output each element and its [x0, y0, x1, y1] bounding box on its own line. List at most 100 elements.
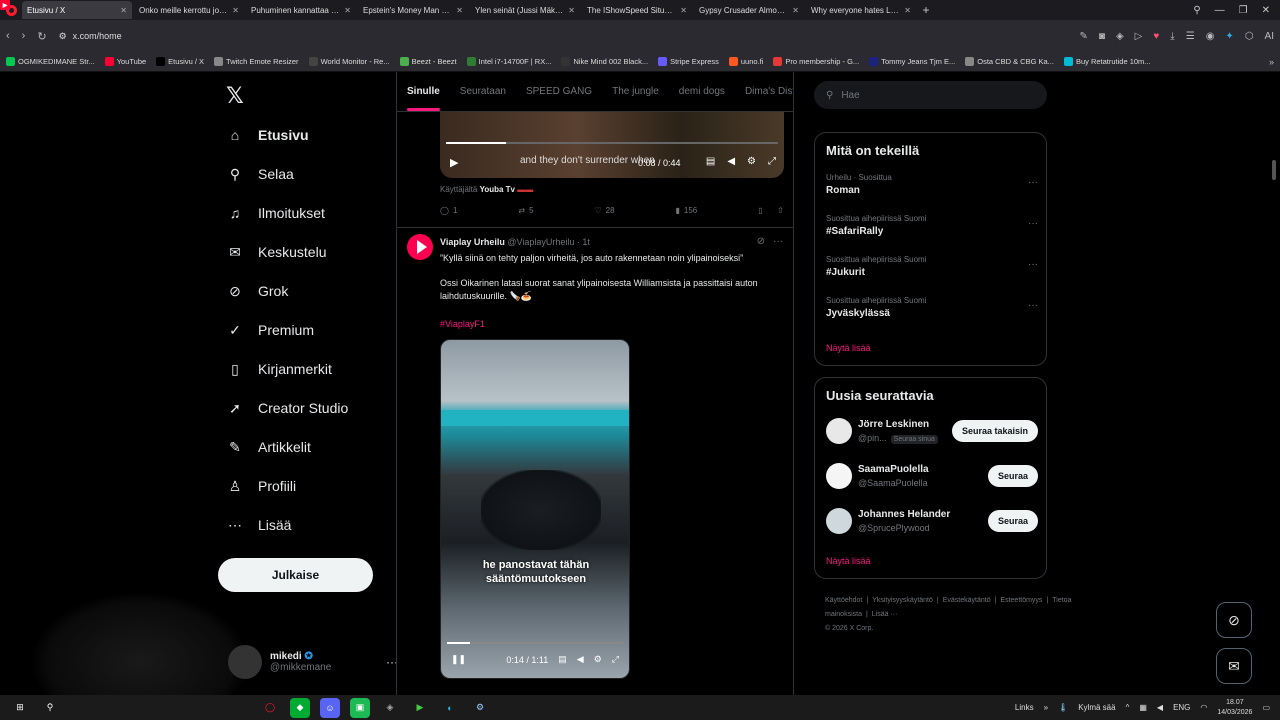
- follow-suggestion[interactable]: SaamaPuolella @SaamaPuolella Seuraa: [826, 463, 1038, 493]
- feed-tab[interactable]: SPEED GANG: [526, 86, 592, 97]
- more-icon[interactable]: ···: [773, 236, 783, 247]
- tweet2-video-progress[interactable]: [447, 642, 623, 644]
- trend-item[interactable]: Suosittua aihepiirissä Suomi Jyväskylässä…: [826, 296, 1038, 319]
- language-indicator[interactable]: ENG: [1173, 703, 1190, 712]
- play-icon[interactable]: ▶: [450, 156, 458, 169]
- close-tab-icon[interactable]: ✕: [680, 6, 687, 15]
- minimize-button[interactable]: —: [1215, 5, 1225, 16]
- bookmark-item[interactable]: Etusivu / X: [156, 57, 204, 66]
- extension-icon[interactable]: ✦: [1225, 31, 1233, 42]
- feed-tab[interactable]: Sinulle: [407, 86, 440, 111]
- reply-button[interactable]: ◯ 1: [440, 206, 457, 215]
- camera-icon[interactable]: ◙: [1099, 31, 1105, 42]
- bookmark-item[interactable]: OGMIKEDIMANE Str...: [6, 57, 95, 66]
- bookmarks-more-icon[interactable]: »: [1269, 57, 1274, 67]
- search-tabs-icon[interactable]: ⚲: [1193, 5, 1200, 16]
- bookmark-item[interactable]: Twitch Emote Resizer: [214, 57, 299, 66]
- cube-icon[interactable]: ⬡: [1245, 31, 1254, 42]
- follow-button[interactable]: Seuraa: [987, 465, 1038, 487]
- tweet1-video[interactable]: ▶ and they don't surrender when 0:08 / 0…: [440, 112, 784, 178]
- network-icon[interactable]: ▦: [1139, 703, 1147, 712]
- feed-tab[interactable]: The jungle: [612, 86, 659, 97]
- forward-button[interactable]: ›: [22, 30, 26, 42]
- edit-icon[interactable]: ✎: [1080, 31, 1088, 42]
- footer-link[interactable]: Käyttöehdot: [825, 597, 862, 604]
- tweet1-video-progress[interactable]: [446, 142, 778, 144]
- avatar[interactable]: [826, 418, 852, 444]
- repost-button[interactable]: ⇄ 5: [518, 206, 533, 215]
- nav-item-keskustelu[interactable]: ✉ Keskustelu: [226, 243, 326, 261]
- follow-button[interactable]: Seuraa takaisin: [951, 420, 1038, 442]
- close-tab-icon[interactable]: ✕: [904, 6, 911, 15]
- nav-item-selaa[interactable]: ⚲ Selaa: [226, 165, 294, 183]
- maximize-button[interactable]: ❐: [1239, 5, 1248, 16]
- bookmark-item[interactable]: uuno.fi: [728, 57, 763, 66]
- nav-item-grok[interactable]: ⊘ Grok: [226, 282, 288, 300]
- discord-icon[interactable]: ☺: [320, 697, 340, 718]
- browser-tab[interactable]: ▶Onko meille kerrottu jo ka✕: [0, 0, 244, 19]
- like-button[interactable]: ♡ 28: [594, 206, 614, 215]
- opera-taskbar-icon[interactable]: ◯: [260, 698, 280, 718]
- messages-fab[interactable]: ✉: [1216, 648, 1252, 684]
- page-scrollbar[interactable]: [1272, 160, 1276, 180]
- bookmark-item[interactable]: Pro membership - G...: [773, 57, 859, 66]
- tray-expand-icon[interactable]: ^: [1126, 703, 1130, 712]
- follow-button[interactable]: Seuraa: [987, 510, 1038, 532]
- close-tab-icon[interactable]: ✕: [792, 6, 799, 15]
- tweet2-author-name[interactable]: Viaplay Urheilu: [440, 237, 505, 247]
- download-icon[interactable]: ⤓: [1170, 31, 1174, 42]
- new-tab-button[interactable]: +: [918, 3, 934, 17]
- bookmark-item[interactable]: Osta CBD & CBG Ka...: [965, 57, 1054, 66]
- nav-item-artikkelit[interactable]: ✎ Artikkelit: [226, 438, 311, 456]
- avatar[interactable]: [826, 463, 852, 489]
- nav-item-kirjanmerkit[interactable]: ▯ Kirjanmerkit: [226, 360, 332, 378]
- feed-tab[interactable]: demi dogs: [679, 86, 725, 97]
- browser-tab[interactable]: ▶ Why everyone hates Lego ✕: [0, 0, 916, 19]
- site-info-icon[interactable]: ⚙: [59, 31, 67, 42]
- volume-icon[interactable]: ◀: [577, 654, 584, 665]
- shield-icon[interactable]: ◈: [1116, 31, 1124, 42]
- links-toolbar[interactable]: Links: [1015, 703, 1034, 712]
- tweet2-video[interactable]: he panostavat tähän sääntömuutokseen ❚❚ …: [440, 339, 630, 679]
- photoshop-icon[interactable]: ◆: [290, 697, 310, 718]
- browser-tab[interactable]: ▶Ylen seinät (Jussi Mäkinen✕: [0, 0, 580, 19]
- pause-icon[interactable]: ❚❚: [451, 654, 466, 665]
- settings-icon[interactable]: ⚙: [594, 654, 602, 665]
- byline-name[interactable]: Youba Tv: [480, 185, 515, 194]
- bookmark-icon[interactable]: ▯: [758, 206, 762, 215]
- bookmark-item[interactable]: Tommy Jeans Tjm E...: [869, 57, 955, 66]
- nav-item-premium[interactable]: ✓ Premium: [226, 321, 314, 339]
- trend-more-icon[interactable]: ···: [1028, 300, 1038, 311]
- trend-more-icon[interactable]: ···: [1028, 218, 1038, 229]
- bookmark-item[interactable]: Nike Mind 002 Black...: [561, 57, 648, 66]
- nav-item-ilmoitukset[interactable]: ♫ Ilmoitukset: [226, 204, 325, 222]
- browser-tab[interactable]: ▶The IShowSpeed Situation✕: [0, 0, 692, 19]
- nav-item-lisää[interactable]: ⋯ Lisää: [226, 516, 291, 534]
- follow-show-more[interactable]: Näytä lisää: [826, 556, 871, 566]
- bookmark-item[interactable]: Beezt - Beezt: [399, 57, 457, 66]
- volume-icon[interactable]: ◀: [1157, 703, 1163, 712]
- browser-tab[interactable]: XEtusivu / X✕: [0, 0, 132, 19]
- close-tab-icon[interactable]: ✕: [120, 6, 127, 15]
- browser-tab[interactable]: ▶Puhuminen kannattaa ain✕: [0, 0, 356, 19]
- follow-suggestion[interactable]: Jörre Leskinen @pin... Seuraa sinua Seuraa …: [826, 418, 1038, 448]
- bookmark-item[interactable]: YouTube: [104, 57, 146, 66]
- bookmark-item[interactable]: World Monitor - Re...: [308, 57, 390, 66]
- grok-fab[interactable]: ⊘: [1216, 602, 1252, 638]
- footer-link[interactable]: Yksityisyyskäytäntö: [872, 597, 933, 604]
- wifi-icon[interactable]: ◠: [1200, 703, 1207, 712]
- notifications-icon[interactable]: ▭: [1262, 703, 1270, 712]
- close-tab-icon[interactable]: ✕: [568, 6, 575, 15]
- search-icon[interactable]: ⚲: [40, 698, 60, 718]
- feed-tab[interactable]: Seurataan: [460, 86, 506, 97]
- footer-link[interactable]: Lisää ···: [872, 611, 898, 618]
- search-input[interactable]: ⚲ Hae: [814, 81, 1047, 109]
- fullscreen-icon[interactable]: ⤢: [768, 156, 776, 167]
- steam-icon[interactable]: ⚙: [470, 698, 490, 718]
- close-tab-icon[interactable]: ✕: [456, 6, 463, 15]
- url-field[interactable]: ⚙ x.com/home: [59, 31, 959, 42]
- bookmark-item[interactable]: Buy Retatrutide 10m...: [1063, 57, 1151, 66]
- share-icon[interactable]: ⇧: [777, 206, 784, 215]
- tweet2-author-handle[interactable]: @ViaplayUrheilu · 1t: [507, 237, 590, 247]
- fullscreen-icon[interactable]: ⤢: [612, 654, 619, 665]
